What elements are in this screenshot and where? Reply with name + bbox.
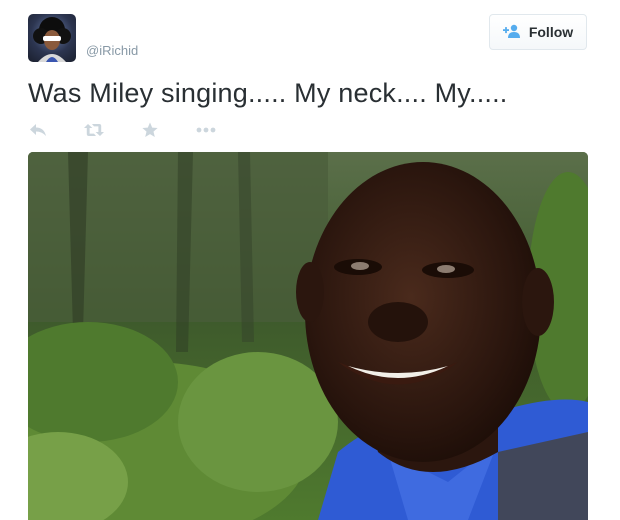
- tweet-actions: [28, 120, 216, 140]
- user-handle[interactable]: @iRichid: [86, 43, 138, 58]
- retweet-icon[interactable]: [84, 120, 104, 140]
- follow-button-label: Follow: [528, 24, 574, 40]
- tweet-media-image[interactable]: [28, 152, 588, 520]
- avatar[interactable]: [28, 14, 76, 62]
- tweet-text: Was Miley singing..... My neck.... My...…: [28, 78, 508, 108]
- follow-button[interactable]: Follow: [489, 14, 587, 50]
- more-dots-icon[interactable]: [196, 120, 216, 140]
- reply-icon[interactable]: [28, 120, 48, 140]
- favorite-star-icon[interactable]: [140, 120, 160, 140]
- add-user-icon: [502, 24, 521, 41]
